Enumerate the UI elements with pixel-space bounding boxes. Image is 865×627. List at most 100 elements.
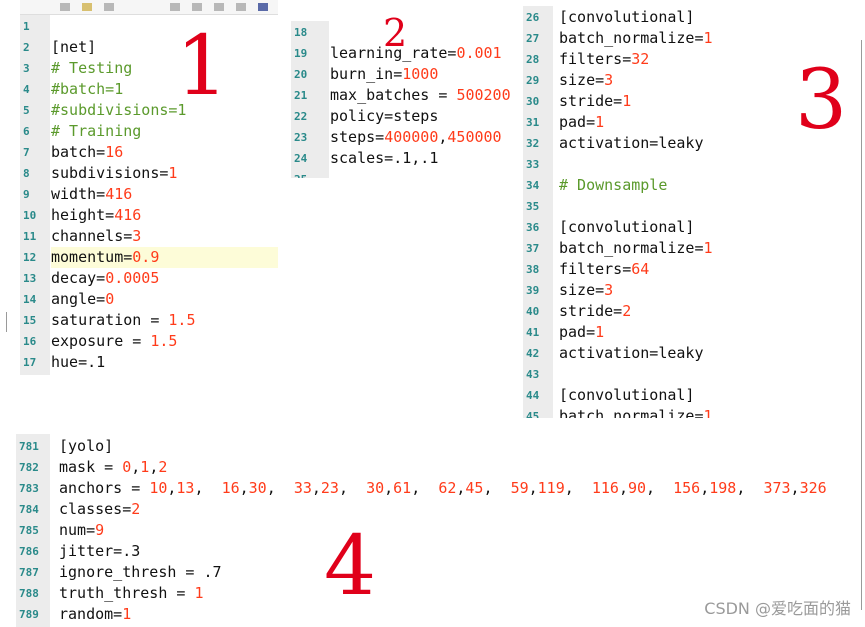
code-line[interactable]: 25 <box>291 169 519 178</box>
code-line[interactable]: 33 <box>523 154 783 175</box>
code-line[interactable]: 14 angle=0 <box>20 289 278 310</box>
code-line[interactable]: 38 filters=64 <box>523 259 783 280</box>
code-line[interactable]: 43 <box>523 364 783 385</box>
code-line[interactable]: 15 saturation = 1.5 <box>20 310 278 331</box>
code-line[interactable]: 6 # Training <box>20 121 278 142</box>
code-line[interactable]: 7 batch=16 <box>20 142 278 163</box>
code-line[interactable]: 30 stride=1 <box>523 91 783 112</box>
line-number: 43 <box>526 368 540 381</box>
code-line[interactable]: 17 hue=.1 <box>20 352 278 373</box>
code-line[interactable]: 41 pad=1 <box>523 322 783 343</box>
code-line[interactable]: 12 momentum=0.9 <box>20 247 278 268</box>
code-line[interactable]: 9 width=416 <box>20 184 278 205</box>
code-line[interactable]: 2 [net] <box>20 37 278 58</box>
number-token: 416 <box>114 206 142 224</box>
text-token: channels= <box>51 227 133 245</box>
comment-token: # Testing <box>51 59 133 77</box>
toolbar-icon[interactable] <box>214 3 224 11</box>
text-token: mask = <box>59 458 123 476</box>
line-number: 27 <box>526 32 540 45</box>
code-line[interactable]: 22 policy=steps <box>291 106 519 127</box>
toolbar-icon[interactable] <box>236 3 246 11</box>
code-text: stride=1 <box>559 91 631 112</box>
code-panel-3[interactable]: 26 [convolutional] 27 batch_normalize=1 28 fi… <box>523 6 783 418</box>
code-line[interactable]: 8 subdivisions=1 <box>20 163 278 184</box>
line-number: 20 <box>294 68 308 81</box>
line-number: 7 <box>23 146 30 159</box>
code-line[interactable]: 28 filters=32 <box>523 49 783 70</box>
toolbar-icon[interactable] <box>82 3 92 11</box>
code-line[interactable]: 781 [yolo] <box>16 436 865 457</box>
number-token: 64 <box>631 260 650 278</box>
code-line[interactable]: 36 [convolutional] <box>523 217 783 238</box>
code-line[interactable]: 20 burn_in=1000 <box>291 64 519 85</box>
line-number: 41 <box>526 326 540 339</box>
code-line[interactable]: 10 height=416 <box>20 205 278 226</box>
code-line[interactable]: 23 steps=400000,450000 <box>291 127 519 148</box>
code-line[interactable]: 40 stride=2 <box>523 301 783 322</box>
code-line[interactable]: 31 pad=1 <box>523 112 783 133</box>
number-token: 1.5 <box>150 332 178 350</box>
code-line[interactable]: 42 activation=leaky <box>523 343 783 364</box>
number-token: 500200 <box>456 86 511 104</box>
code-line[interactable]: 3 # Testing <box>20 58 278 79</box>
code-text: angle=0 <box>51 289 114 310</box>
text-token: batch= <box>51 143 106 161</box>
code-line[interactable]: 39 size=3 <box>523 280 783 301</box>
text-token: , <box>266 479 294 497</box>
number-token: 3 <box>604 281 614 299</box>
code-panel-1[interactable]: 1 2 [net] 3 # Testing 4 #batch=1 5 #subdivisions… <box>20 15 278 375</box>
number-token: 61 <box>393 479 412 497</box>
code-line[interactable]: 5 #subdivisions=1 <box>20 100 278 121</box>
code-line[interactable]: 34 # Downsample <box>523 175 783 196</box>
code-line[interactable]: 1 <box>20 16 278 37</box>
text-token: , <box>239 479 249 497</box>
number-token: 62 <box>438 479 457 497</box>
number-token: 156 <box>673 479 701 497</box>
line-number: 19 <box>294 47 308 60</box>
code-line[interactable]: 44 [convolutional] <box>523 385 783 406</box>
code-line[interactable]: 16 exposure = 1.5 <box>20 331 278 352</box>
code-line[interactable]: 21 max_batches = 500200 <box>291 85 519 106</box>
line-number: 782 <box>19 461 39 474</box>
text-token: [net] <box>51 38 97 56</box>
code-line[interactable]: 4 #batch=1 <box>20 79 278 100</box>
code-line[interactable]: 45 batch_normalize=1 <box>523 406 783 418</box>
text-token: random= <box>59 605 123 623</box>
code-line[interactable]: 787 ignore_thresh = .7 <box>16 562 865 583</box>
code-text: pad=1 <box>559 322 604 343</box>
code-line[interactable]: 35 <box>523 196 783 217</box>
text-token: , <box>700 479 710 497</box>
code-line[interactable]: 26 [convolutional] <box>523 7 783 28</box>
code-text: burn_in=1000 <box>330 64 438 85</box>
code-line[interactable]: 24 scales=.1,.1 <box>291 148 519 169</box>
code-line[interactable]: 11 channels=3 <box>20 226 278 247</box>
line-number: 781 <box>19 440 39 453</box>
code-line[interactable]: 29 size=3 <box>523 70 783 91</box>
toolbar-icon[interactable] <box>170 3 180 11</box>
text-token: jitter=.3 <box>59 542 141 560</box>
number-token: 326 <box>799 479 827 497</box>
number-token: 2 <box>131 500 141 518</box>
code-line[interactable]: 37 batch_normalize=1 <box>523 238 783 259</box>
text-token: , <box>618 479 628 497</box>
code-line[interactable]: 785 num=9 <box>16 520 865 541</box>
code-line[interactable]: 782 mask = 0,1,2 <box>16 457 865 478</box>
code-line[interactable]: 27 batch_normalize=1 <box>523 28 783 49</box>
code-line[interactable]: 783 anchors = 10,13, 16,30, 33,23, 30,61,… <box>16 478 865 499</box>
toolbar-icon[interactable] <box>258 3 268 11</box>
code-line[interactable]: 786 jitter=.3 <box>16 541 865 562</box>
toolbar-icon[interactable] <box>60 3 70 11</box>
code-text: channels=3 <box>51 226 141 247</box>
code-line[interactable]: 784 classes=2 <box>16 499 865 520</box>
number-token: 1000 <box>402 65 439 83</box>
number-token: 59 <box>510 479 529 497</box>
toolbar-icon[interactable] <box>104 3 114 11</box>
line-number: 29 <box>526 74 540 87</box>
code-line[interactable]: 13 decay=0.0005 <box>20 268 278 289</box>
text-token: [convolutional] <box>559 8 695 26</box>
editor-toolbar-strip <box>20 0 278 15</box>
text-token: batch_normalize= <box>559 407 704 418</box>
code-line[interactable]: 32 activation=leaky <box>523 133 783 154</box>
toolbar-icon[interactable] <box>192 3 202 11</box>
